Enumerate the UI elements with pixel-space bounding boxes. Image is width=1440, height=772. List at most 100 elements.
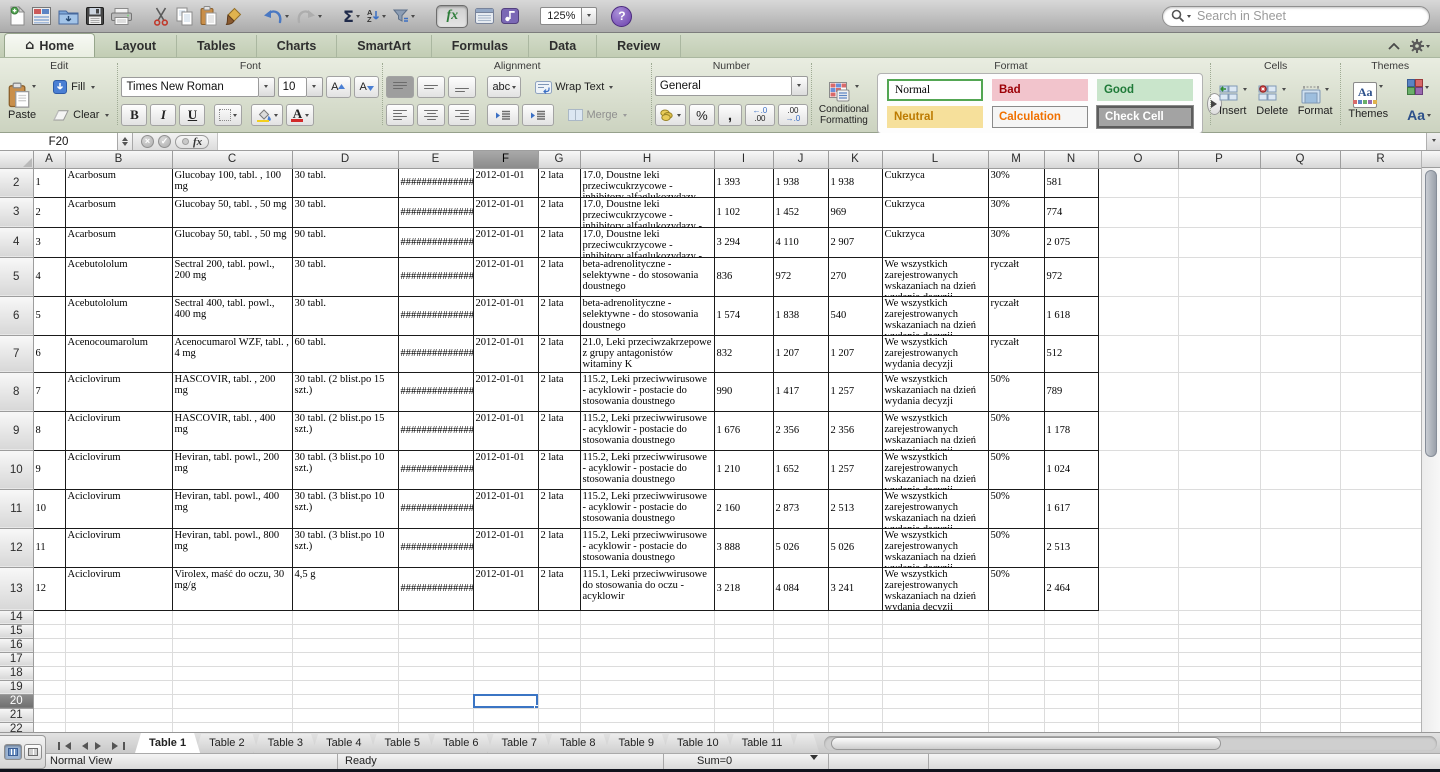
cell-L9[interactable]: We wszystkich zarejestrowanych wskazania… (882, 411, 988, 450)
cell-D9[interactable]: 30 tabl. (2 blist.po 15 szt.) (292, 411, 398, 450)
cell-H2[interactable]: 17.0, Doustne leki przeciwcukrzycowe - i… (580, 168, 714, 197)
cell-J15[interactable] (773, 624, 828, 638)
cell-J11[interactable]: 2 873 (773, 489, 828, 528)
cell-D13[interactable]: 4,5 g (292, 567, 398, 610)
cell-P18[interactable] (1178, 666, 1260, 680)
cell-C20[interactable] (172, 694, 292, 708)
cell-I22[interactable] (714, 722, 773, 732)
cell-K11[interactable]: 2 513 (828, 489, 882, 528)
cell-H14[interactable] (580, 610, 714, 624)
cell-E13[interactable]: ############## (398, 567, 473, 610)
cell-C13[interactable]: Virolex, maść do oczu, 30 mg/g (172, 567, 292, 610)
cell-C5[interactable]: Sectral 200, tabl. powl., 200 mg (172, 257, 292, 296)
cell-Q3[interactable] (1260, 197, 1340, 227)
cell-N6[interactable]: 1 618 (1044, 296, 1098, 335)
cell-B3[interactable]: Acarbosum (65, 197, 172, 227)
cell-O2[interactable] (1098, 168, 1178, 197)
cell-M22[interactable] (988, 722, 1044, 732)
accept-icon[interactable]: ✓ (158, 135, 171, 148)
cell-Q13[interactable] (1260, 567, 1340, 610)
cell-G15[interactable] (538, 624, 580, 638)
cell-E19[interactable] (398, 680, 473, 694)
cell-I14[interactable] (714, 610, 773, 624)
cell-E16[interactable] (398, 638, 473, 652)
open-icon[interactable] (58, 3, 79, 29)
cell-O20[interactable] (1098, 694, 1178, 708)
column-header-J[interactable]: J (773, 151, 828, 168)
cell-R4[interactable] (1340, 227, 1421, 257)
cell-K7[interactable]: 1 207 (828, 335, 882, 372)
normal-view-button[interactable] (4, 744, 22, 760)
cell-B20[interactable] (65, 694, 172, 708)
cell-F18[interactable] (473, 666, 538, 680)
cell-R20[interactable] (1340, 694, 1421, 708)
row-header-2[interactable]: 2 (0, 168, 33, 197)
ribbon-settings-gear-icon[interactable] (1410, 39, 1430, 53)
underline-button[interactable]: U (179, 104, 205, 126)
cell-D15[interactable] (292, 624, 398, 638)
cell-H21[interactable] (580, 708, 714, 722)
cell-C3[interactable]: Glucobay 50, tabl. , 50 mg (172, 197, 292, 227)
cell-H12[interactable]: 115.2, Leki przeciwwirusowe - acyklowir … (580, 528, 714, 567)
cell-H19[interactable] (580, 680, 714, 694)
cell-N8[interactable]: 789 (1044, 372, 1098, 411)
format-painter-icon[interactable] (224, 3, 242, 29)
cell-P3[interactable] (1178, 197, 1260, 227)
cell-B11[interactable]: Aciclovirum (65, 489, 172, 528)
cell-M4[interactable]: 30% (988, 227, 1044, 257)
cell-R17[interactable] (1340, 652, 1421, 666)
cell-L20[interactable] (882, 694, 988, 708)
cell-M21[interactable] (988, 708, 1044, 722)
insert-function-button[interactable]: fx (175, 135, 209, 149)
cell-C12[interactable]: Heviran, tabl. powl., 800 mg (172, 528, 292, 567)
cell-C10[interactable]: Heviran, tabl. powl., 200 mg (172, 450, 292, 489)
undo-button[interactable] (263, 3, 289, 29)
ribbon-tab-data[interactable]: Data (529, 35, 597, 57)
italic-button[interactable]: I (150, 104, 176, 126)
cell-P8[interactable] (1178, 372, 1260, 411)
column-header-C[interactable]: C (172, 151, 292, 168)
cell-A21[interactable] (33, 708, 65, 722)
row-header-14[interactable]: 14 (0, 610, 33, 624)
cell-Q10[interactable] (1260, 450, 1340, 489)
cell-N11[interactable]: 1 617 (1044, 489, 1098, 528)
cell-K14[interactable] (828, 610, 882, 624)
style-check-cell[interactable]: Check Cell (1097, 106, 1193, 128)
cell-F16[interactable] (473, 638, 538, 652)
horizontal-scrollbar-thumb[interactable] (831, 737, 1221, 750)
undo-dropdown-caret[interactable] (285, 15, 289, 20)
cell-I3[interactable]: 1 102 (714, 197, 773, 227)
cell-H22[interactable] (580, 722, 714, 732)
cell-A10[interactable]: 9 (33, 450, 65, 489)
cell-O6[interactable] (1098, 296, 1178, 335)
cell-F4[interactable]: 2012-01-01 (473, 227, 538, 257)
cell-K3[interactable]: 969 (828, 197, 882, 227)
row-header-9[interactable]: 9 (0, 411, 33, 450)
cell-J4[interactable]: 4 110 (773, 227, 828, 257)
cell-G3[interactable]: 2 lata (538, 197, 580, 227)
cell-R12[interactable] (1340, 528, 1421, 567)
cell-M3[interactable]: 30% (988, 197, 1044, 227)
cell-E4[interactable]: ############## (398, 227, 473, 257)
cell-L14[interactable] (882, 610, 988, 624)
cell-M13[interactable]: 50% (988, 567, 1044, 610)
cell-P20[interactable] (1178, 694, 1260, 708)
cell-G8[interactable]: 2 lata (538, 372, 580, 411)
cell-O14[interactable] (1098, 610, 1178, 624)
cell-J17[interactable] (773, 652, 828, 666)
cell-B10[interactable]: Aciclovirum (65, 450, 172, 489)
cell-F12[interactable]: 2012-01-01 (473, 528, 538, 567)
ribbon-tab-charts[interactable]: Charts (257, 35, 338, 57)
cell-L6[interactable]: We wszystkich zarejestrowanych wskazania… (882, 296, 988, 335)
row-header-22[interactable]: 22 (0, 722, 33, 732)
cell-D14[interactable] (292, 610, 398, 624)
cell-N9[interactable]: 1 178 (1044, 411, 1098, 450)
cell-O13[interactable] (1098, 567, 1178, 610)
style-good[interactable]: Good (1097, 79, 1193, 101)
cell-E11[interactable]: ############## (398, 489, 473, 528)
cell-A7[interactable]: 6 (33, 335, 65, 372)
decrease-indent-button[interactable] (487, 104, 519, 126)
cell-M17[interactable] (988, 652, 1044, 666)
ribbon-tab-home[interactable]: ⌂Home (4, 33, 95, 57)
cell-H15[interactable] (580, 624, 714, 638)
